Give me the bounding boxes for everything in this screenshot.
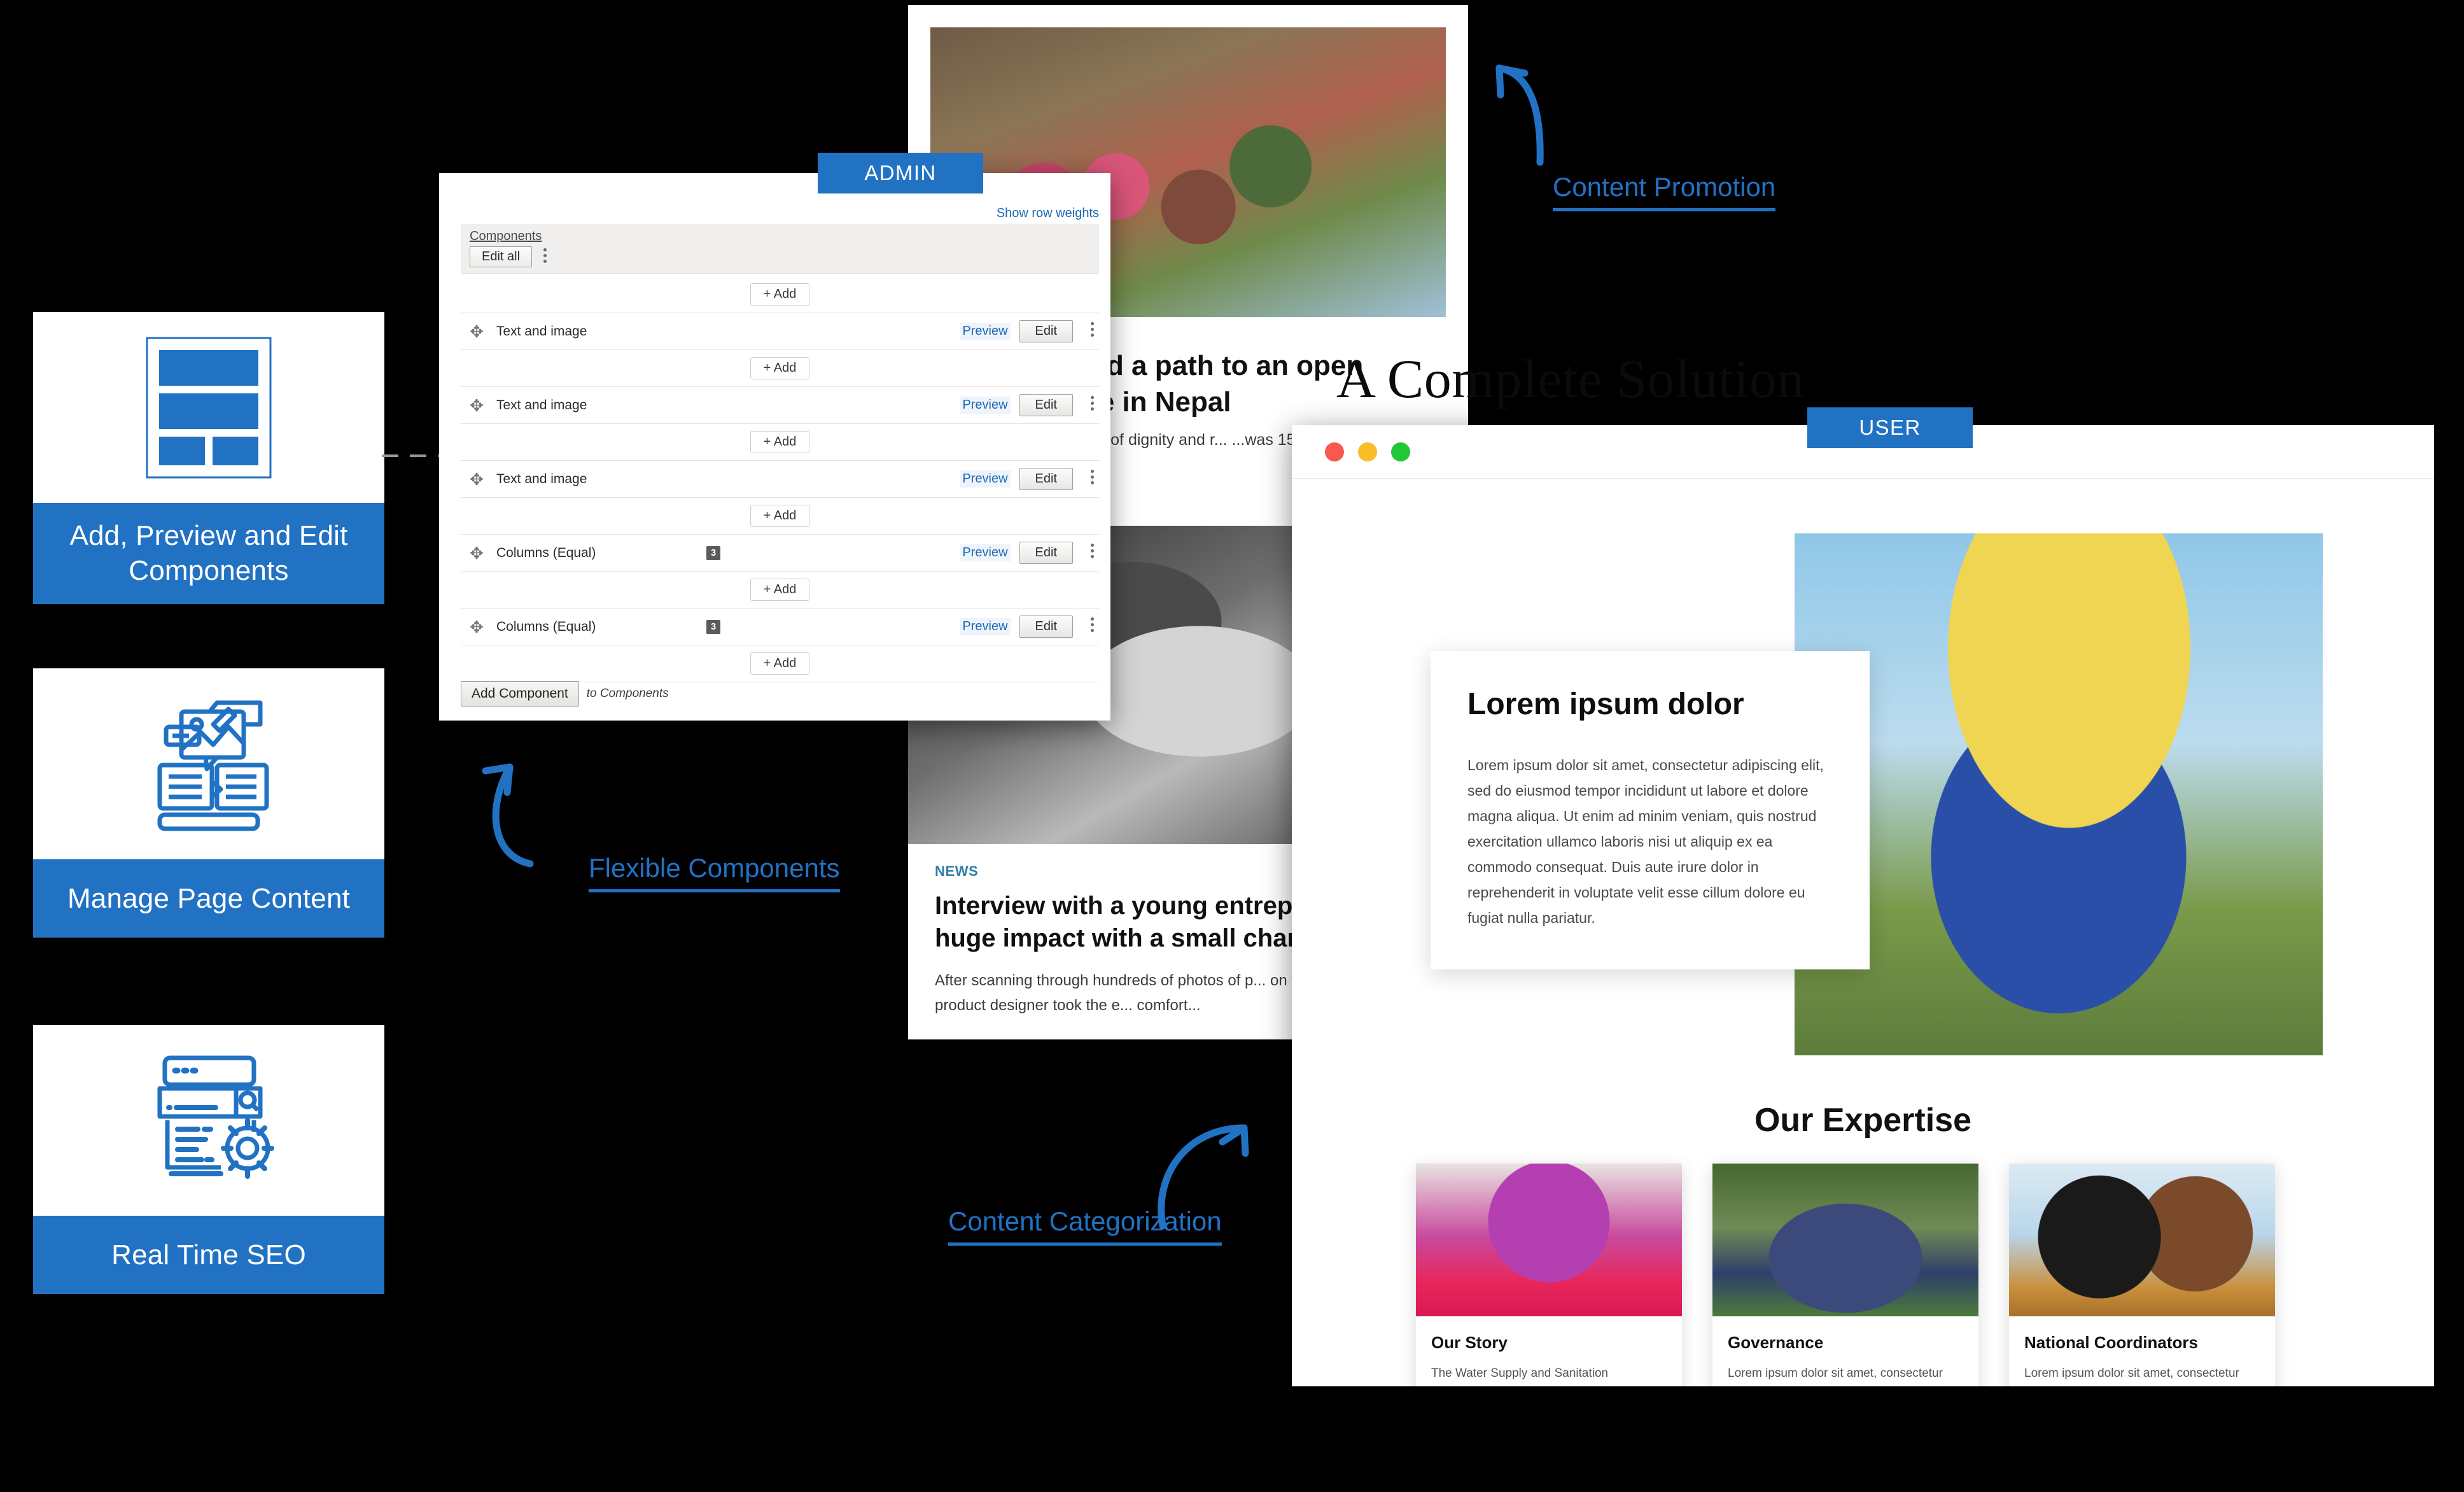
edit-button[interactable]: Edit bbox=[1019, 468, 1073, 490]
row-menu-icon[interactable] bbox=[1091, 396, 1094, 411]
column-count-badge: 3 bbox=[706, 619, 720, 634]
add-button[interactable]: + Add bbox=[750, 283, 810, 306]
table-row[interactable]: ✥ Text and image Preview Edit bbox=[461, 387, 1099, 424]
flexible-components-arrow-icon bbox=[468, 748, 601, 875]
manage-content-icon bbox=[33, 668, 384, 859]
drag-handle-icon[interactable]: ✥ bbox=[466, 619, 487, 635]
admin-components-window: Show row weights Components Edit all + A… bbox=[439, 173, 1110, 721]
add-row[interactable]: + Add bbox=[461, 572, 1099, 609]
components-header: Components Edit all bbox=[461, 224, 1099, 274]
show-row-weights-link[interactable]: Show row weights bbox=[997, 206, 1099, 221]
component-name: Columns (Equal) bbox=[496, 619, 596, 634]
table-row[interactable]: ✥ Text and image Preview Edit bbox=[461, 313, 1099, 350]
user-site-window: Lorem ipsum dolor Lorem ipsum dolor sit … bbox=[1292, 425, 2434, 1386]
layout-blocks-icon bbox=[33, 312, 384, 503]
add-button[interactable]: + Add bbox=[750, 357, 810, 379]
expertise-card-title: Our Story bbox=[1431, 1333, 1508, 1352]
add-button[interactable]: + Add bbox=[750, 579, 810, 601]
drag-handle-icon[interactable]: ✥ bbox=[466, 471, 487, 488]
annotation-label: Content Promotion bbox=[1553, 172, 1776, 211]
table-row[interactable]: ✥ Columns (Equal) 3 Preview Edit bbox=[461, 609, 1099, 645]
add-row[interactable]: + Add bbox=[461, 350, 1099, 387]
row-menu-icon[interactable] bbox=[1091, 470, 1094, 484]
annotation-flexible-components: Flexible Components bbox=[589, 853, 840, 892]
user-badge: USER bbox=[1807, 407, 1973, 448]
drag-handle-icon[interactable]: ✥ bbox=[466, 397, 487, 414]
column-count-badge: 3 bbox=[706, 545, 720, 560]
expertise-card-body: Lorem ipsum dolor sit amet, consectetur … bbox=[1728, 1367, 1961, 1386]
feature-card-label: Manage Page Content bbox=[33, 859, 384, 938]
seo-gear-icon bbox=[33, 1025, 384, 1216]
add-row[interactable]: + Add bbox=[461, 276, 1099, 313]
component-name: Columns (Equal) bbox=[496, 545, 596, 560]
preview-link[interactable]: Preview bbox=[960, 470, 1011, 488]
lorem-title: Lorem ipsum dolor bbox=[1467, 687, 1744, 721]
expertise-card-title: Governance bbox=[1728, 1333, 1824, 1352]
complete-solution-heading: A Complete Solution bbox=[1336, 348, 1805, 409]
minimize-icon[interactable] bbox=[1358, 442, 1377, 461]
edit-button[interactable]: Edit bbox=[1019, 394, 1073, 416]
expertise-heading: Our Expertise bbox=[1754, 1102, 1972, 1139]
expertise-card-body: The Water Supply and Sanitation Collabor… bbox=[1431, 1367, 1663, 1386]
content-promotion-arrow-icon bbox=[1483, 48, 1655, 169]
feature-card-manage-page-content[interactable]: Manage Page Content bbox=[33, 668, 384, 938]
component-name: Text and image bbox=[496, 323, 587, 339]
component-name: Text and image bbox=[496, 397, 587, 412]
expertise-card-title: National Coordinators bbox=[2024, 1333, 2199, 1352]
add-button[interactable]: + Add bbox=[750, 505, 810, 527]
component-rows: + Add ✥ Text and image Preview Edit + Ad… bbox=[461, 276, 1099, 682]
close-icon[interactable] bbox=[1325, 442, 1344, 461]
row-menu-icon[interactable] bbox=[1091, 617, 1094, 632]
add-button[interactable]: + Add bbox=[750, 431, 810, 453]
edit-button[interactable]: Edit bbox=[1019, 320, 1073, 342]
annotation-label: Flexible Components bbox=[589, 853, 840, 892]
lorem-body: Lorem ipsum dolor sit amet, consectetur … bbox=[1467, 757, 1824, 927]
annotation-content-categorization: Content Categorization bbox=[948, 1206, 1222, 1246]
feature-card-add-preview-edit[interactable]: Add, Preview and Edit Components bbox=[33, 312, 384, 604]
list-item[interactable]: Our Story The Water Supply and Sanitatio… bbox=[1416, 1164, 1682, 1386]
add-row[interactable]: + Add bbox=[461, 424, 1099, 461]
expertise-image bbox=[1416, 1164, 1682, 1316]
components-menu-icon[interactable] bbox=[543, 248, 547, 264]
drag-handle-icon[interactable]: ✥ bbox=[466, 323, 487, 340]
components-label: Components bbox=[470, 229, 542, 243]
feature-card-label: Add, Preview and Edit Components bbox=[33, 503, 384, 604]
list-item[interactable]: National Coordinators Lorem ipsum dolor … bbox=[2009, 1164, 2275, 1386]
component-name: Text and image bbox=[496, 471, 587, 486]
add-component-button[interactable]: Add Component bbox=[461, 681, 579, 707]
row-menu-icon[interactable] bbox=[1091, 544, 1094, 558]
feature-card-label: Real Time SEO bbox=[33, 1216, 384, 1295]
edit-all-button[interactable]: Edit all bbox=[470, 246, 533, 267]
add-row[interactable]: + Add bbox=[461, 498, 1099, 535]
lorem-card: Lorem ipsum dolor Lorem ipsum dolor sit … bbox=[1431, 651, 1870, 969]
expertise-card-body: Lorem ipsum dolor sit amet, consectetur … bbox=[2024, 1367, 2257, 1386]
table-row[interactable]: ✥ Columns (Equal) 3 Preview Edit bbox=[461, 535, 1099, 572]
annotation-content-promotion: Content Promotion bbox=[1553, 172, 1776, 211]
add-row[interactable]: + Add bbox=[461, 645, 1099, 682]
list-item[interactable]: Governance Lorem ipsum dolor sit amet, c… bbox=[1712, 1164, 1978, 1386]
admin-badge: ADMIN bbox=[818, 153, 983, 194]
add-button[interactable]: + Add bbox=[750, 652, 810, 675]
drag-handle-icon[interactable]: ✥ bbox=[466, 545, 487, 561]
preview-link[interactable]: Preview bbox=[960, 544, 1011, 561]
preview-link[interactable]: Preview bbox=[960, 323, 1011, 340]
feature-card-real-time-seo[interactable]: Real Time SEO bbox=[33, 1025, 384, 1295]
edit-button[interactable]: Edit bbox=[1019, 542, 1073, 564]
canvas: Add, Preview and Edit Components Manage … bbox=[0, 0, 2464, 1492]
table-row[interactable]: ✥ Text and image Preview Edit bbox=[461, 461, 1099, 498]
annotation-label: Content Categorization bbox=[948, 1206, 1222, 1246]
expertise-grid: Our Story The Water Supply and Sanitatio… bbox=[1416, 1164, 2275, 1386]
preview-link[interactable]: Preview bbox=[960, 397, 1011, 414]
expertise-image bbox=[1712, 1164, 1978, 1316]
row-menu-icon[interactable] bbox=[1091, 322, 1094, 337]
admin-footer: Add Component to Components bbox=[461, 681, 669, 707]
edit-button[interactable]: Edit bbox=[1019, 616, 1073, 638]
preview-link[interactable]: Preview bbox=[960, 618, 1011, 635]
hero-image bbox=[1795, 533, 2323, 1055]
add-component-suffix: to Components bbox=[586, 687, 669, 700]
maximize-icon[interactable] bbox=[1391, 442, 1410, 461]
expertise-image bbox=[2009, 1164, 2275, 1316]
